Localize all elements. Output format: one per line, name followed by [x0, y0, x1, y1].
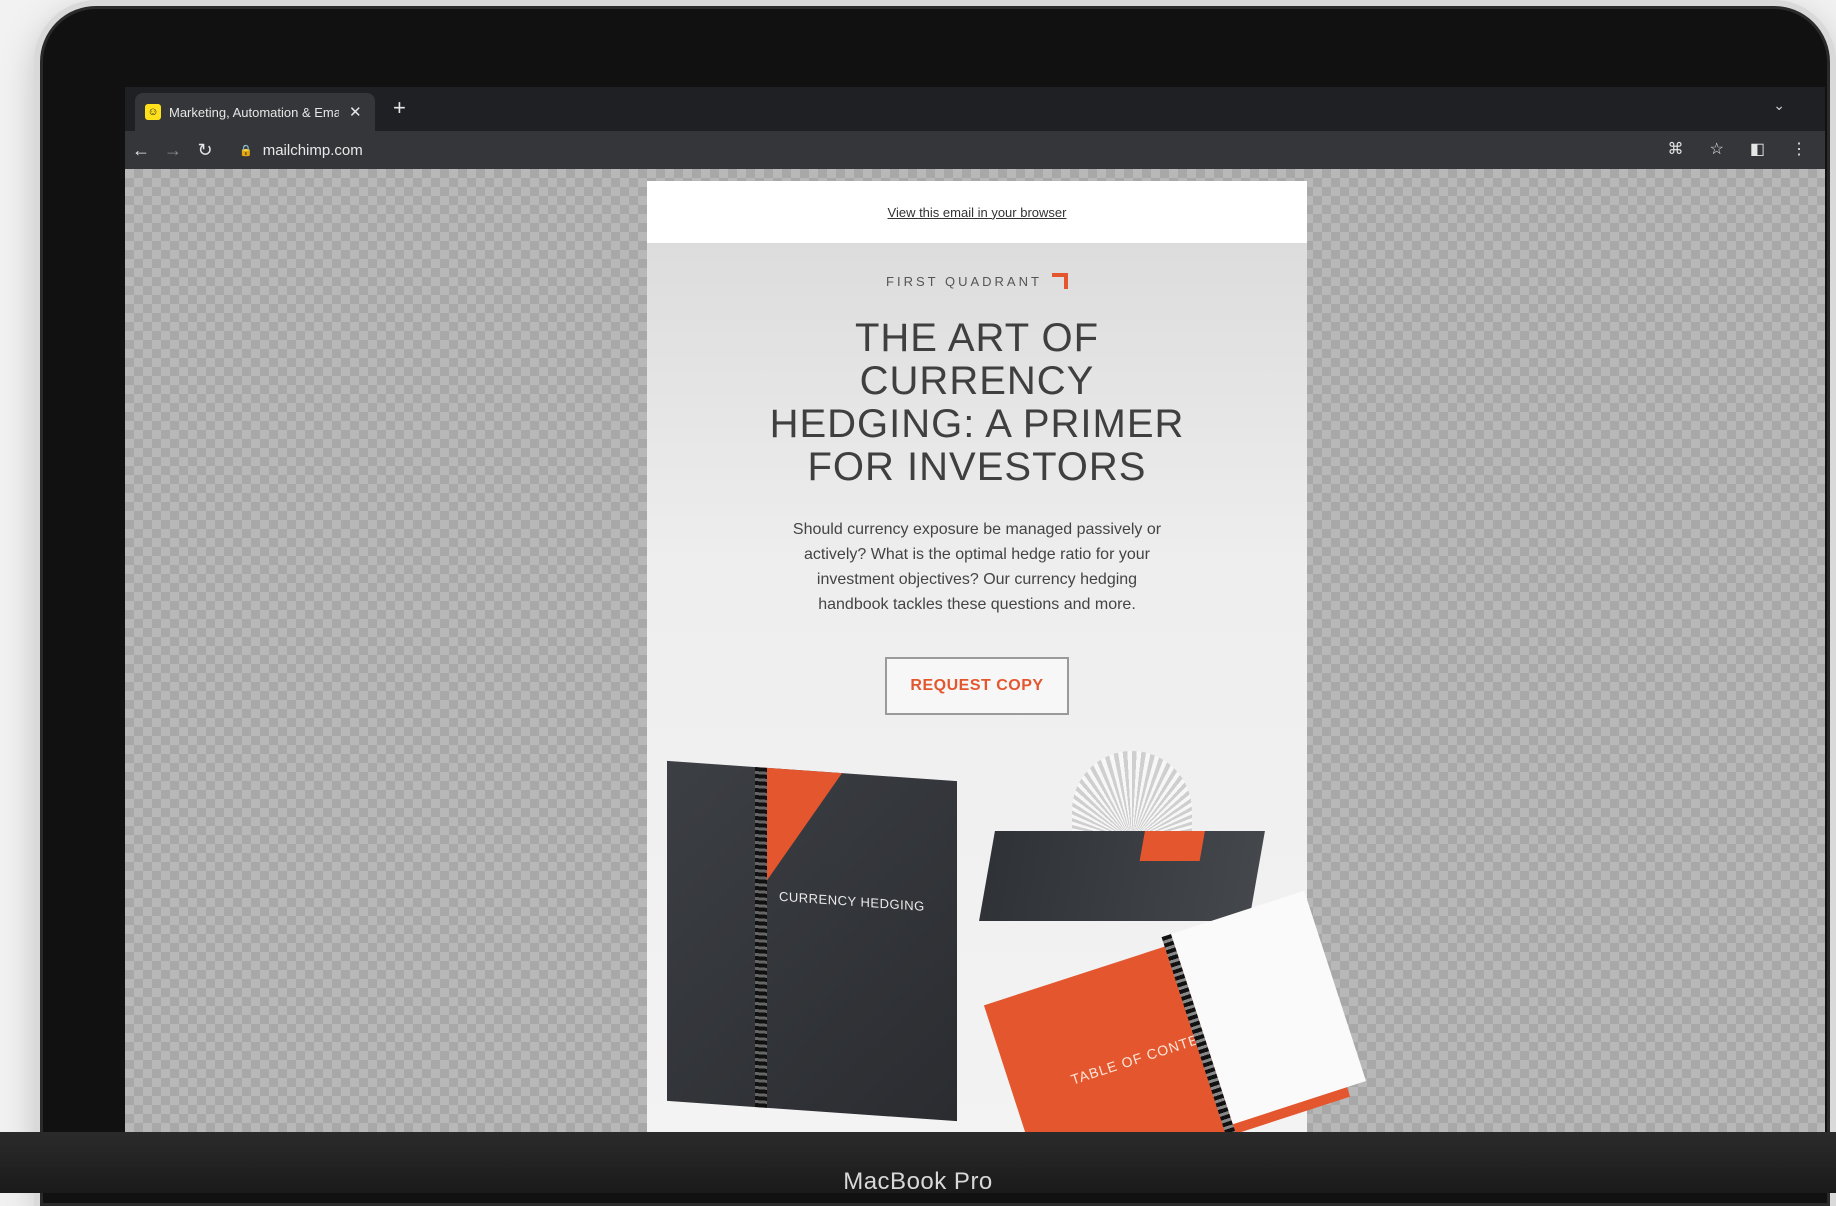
email-header: View this email in your browser [647, 181, 1307, 243]
toc-page [1171, 890, 1367, 1125]
open-book-image [979, 751, 1265, 921]
new-tab-button[interactable]: + [393, 97, 406, 119]
chevron-down-icon[interactable]: ⌄ [1773, 97, 1785, 114]
email-body: Should currency exposure be managed pass… [792, 521, 1162, 613]
spiral-binding [755, 767, 767, 1108]
menu-icon[interactable]: ⋮ [1791, 139, 1807, 159]
address-bar: ← → ↻ 🔒 mailchimp.com ⌘ ☆ ◧ ⋮ [125, 131, 1825, 169]
brand-row: FIRST QUADRANT [647, 273, 1307, 289]
laptop-frame: ☺ Marketing, Automation & Emai ✕ + ⌄ ← →… [40, 6, 1830, 1206]
sidebar-icon[interactable]: ◧ [1750, 139, 1765, 159]
mailchimp-favicon-icon: ☺ [145, 104, 161, 120]
view-in-browser-link[interactable]: View this email in your browser [888, 205, 1067, 220]
tab-bar: ☺ Marketing, Automation & Emai ✕ + ⌄ [125, 87, 1825, 131]
back-icon[interactable]: ← [125, 140, 157, 161]
reload-icon[interactable]: ↻ [189, 140, 221, 161]
brand-name: FIRST QUADRANT [886, 273, 1042, 289]
table-of-contents-image: TABLE OF CONTENTS [983, 890, 1367, 1141]
close-tab-icon[interactable]: ✕ [349, 103, 362, 121]
brand-logo-icon [1051, 273, 1068, 289]
device-label: MacBook Pro [843, 1168, 993, 1195]
book-title: CURRENCY HEDGING [779, 888, 925, 914]
browser-window: ☺ Marketing, Automation & Emai ✕ + ⌄ ← →… [125, 87, 1825, 1141]
open-book-cover [979, 831, 1265, 921]
apps-icon[interactable]: ⌘ [1668, 139, 1684, 159]
forward-icon[interactable]: → [157, 140, 189, 161]
cover-orange-shape [762, 767, 842, 894]
lock-icon: 🔒 [239, 144, 253, 157]
fanned-pages [1072, 751, 1192, 841]
tab-title: Marketing, Automation & Emai [169, 104, 339, 120]
url-field[interactable]: 🔒 mailchimp.com [239, 142, 363, 159]
book-cover-image: CURRENCY HEDGING [667, 760, 957, 1122]
open-cover-orange [1139, 831, 1205, 861]
email-headline: THE ART OF CURRENCY HEDGING: A PRIMER FO… [769, 316, 1185, 489]
toolbar-icons: ⌘ ☆ ◧ ⋮ [1668, 139, 1807, 159]
page-viewport: View this email in your browser FIRST QU… [125, 169, 1825, 1141]
book-illustration: CURRENCY HEDGING TABLE OF CONTENTS [647, 681, 1367, 1141]
browser-tab[interactable]: ☺ Marketing, Automation & Emai ✕ [135, 93, 375, 131]
email-container: View this email in your browser FIRST QU… [647, 181, 1367, 1141]
url-text: mailchimp.com [262, 141, 363, 159]
star-icon[interactable]: ☆ [1710, 139, 1724, 159]
